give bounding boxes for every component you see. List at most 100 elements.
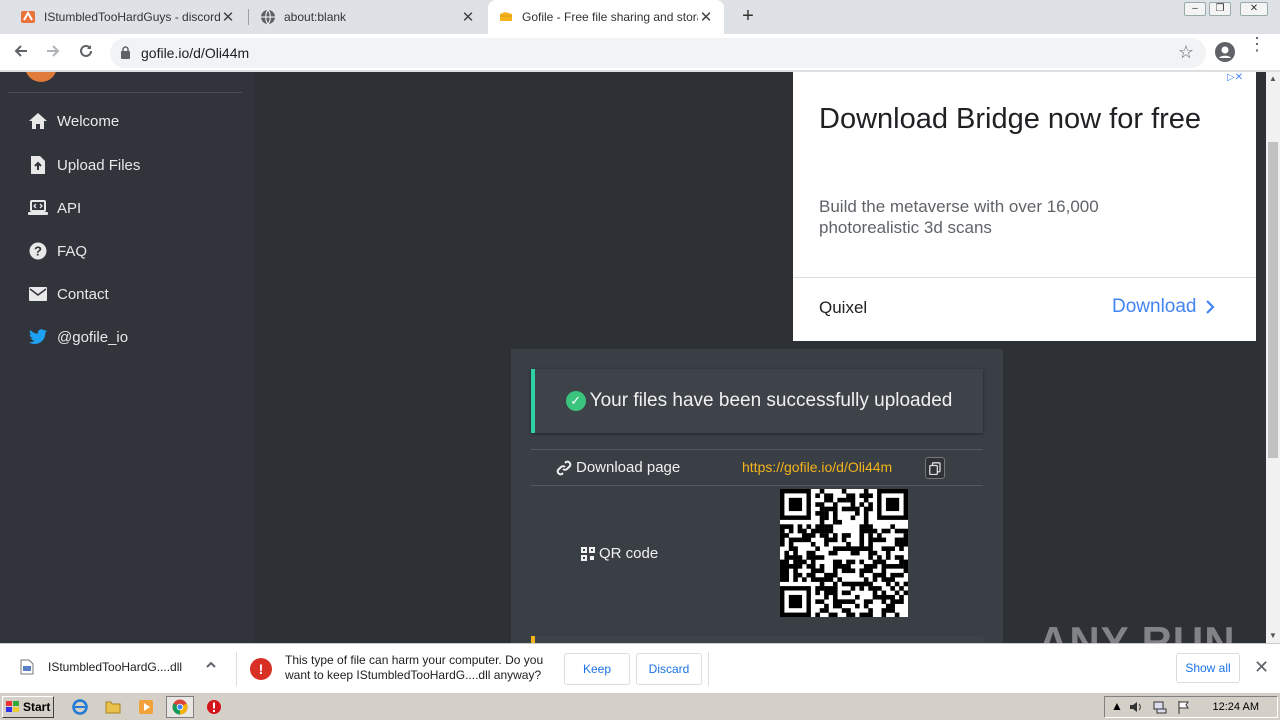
sidebar-item-twitter[interactable]: @gofile_io bbox=[28, 325, 128, 349]
ad-brand: Quixel bbox=[819, 298, 868, 317]
back-button[interactable] bbox=[9, 41, 33, 65]
ad-download-button[interactable]: Download bbox=[1112, 296, 1217, 318]
lock-icon bbox=[120, 46, 131, 64]
network-icon[interactable] bbox=[1153, 700, 1167, 717]
close-download-bar-icon[interactable]: ✕ bbox=[1254, 657, 1269, 678]
system-tray: ▲ 12:24 AM bbox=[1104, 696, 1278, 718]
twitter-icon bbox=[28, 327, 48, 347]
qrcode-icon bbox=[581, 546, 595, 561]
svg-text:?: ? bbox=[34, 244, 42, 259]
main-area: Download Bridge now for free Build the m… bbox=[254, 72, 1266, 643]
copy-link-button[interactable] bbox=[925, 457, 945, 479]
scrollbar-thumb[interactable] bbox=[1268, 142, 1278, 458]
site-favicon-icon bbox=[20, 9, 36, 25]
discard-button[interactable]: Discard bbox=[636, 653, 702, 685]
check-circle-icon: ✓ bbox=[565, 391, 586, 411]
file-icon bbox=[20, 659, 34, 675]
windows-taskbar: Start ▲ 12:24 AM bbox=[0, 692, 1280, 720]
sidebar-item-label: API bbox=[57, 199, 82, 217]
sidebar-item-label: FAQ bbox=[57, 242, 88, 260]
gofile-favicon-icon bbox=[498, 9, 514, 25]
browser-toolbar: gofile.io/d/Oli44m ☆ bbox=[0, 34, 1280, 71]
download-bar: IStumbledTooHardG....dll ! This type of … bbox=[0, 643, 1280, 692]
warning-icon: ! bbox=[250, 658, 272, 680]
start-button[interactable]: Start bbox=[2, 696, 54, 718]
keep-button[interactable]: Keep bbox=[564, 653, 630, 685]
ad-choices-icon[interactable]: ▷✕ bbox=[1227, 72, 1243, 83]
sidebar-item-label: Welcome bbox=[57, 112, 120, 130]
sidebar-divider bbox=[8, 92, 242, 93]
show-all-downloads-button[interactable]: Show all bbox=[1176, 653, 1240, 683]
download-page-label-group: Download page bbox=[556, 459, 680, 476]
chevron-up-icon[interactable] bbox=[205, 658, 217, 674]
page-content: Welcome Upload Files API ? FAQ Contact @… bbox=[0, 72, 1280, 643]
volume-icon[interactable] bbox=[1129, 700, 1143, 717]
internet-explorer-icon[interactable] bbox=[71, 698, 89, 716]
copy-icon bbox=[929, 461, 941, 475]
link-icon bbox=[556, 460, 572, 475]
minimize-window-button[interactable]: – bbox=[1184, 2, 1206, 16]
sidebar-item-label: Upload Files bbox=[57, 156, 141, 174]
success-alert: ✓ Your files have been successfully uplo… bbox=[531, 369, 983, 433]
sidebar-item-faq[interactable]: ? FAQ bbox=[28, 239, 87, 263]
envelope-icon bbox=[28, 284, 48, 304]
download-page-link[interactable]: https://gofile.io/d/Oli44m bbox=[742, 459, 892, 475]
ad-description: Build the metaverse with over 16,000 pho… bbox=[819, 197, 1099, 237]
tab-gofile[interactable]: Gofile - Free file sharing and storage ✕ bbox=[488, 0, 724, 34]
tab-title: Gofile - Free file sharing and storage bbox=[522, 10, 698, 24]
qr-label-group: QR code bbox=[581, 545, 658, 562]
close-tab-icon[interactable]: ✕ bbox=[698, 8, 714, 26]
file-upload-icon bbox=[28, 155, 48, 175]
profile-avatar-icon[interactable] bbox=[1215, 42, 1235, 62]
scroll-down-icon[interactable]: ▼ bbox=[1269, 631, 1277, 640]
sidebar: Welcome Upload Files API ? FAQ Contact @… bbox=[0, 72, 254, 643]
qr-code-image bbox=[780, 489, 909, 618]
tab-title: about:blank bbox=[284, 10, 347, 24]
windows-logo-icon bbox=[6, 701, 19, 712]
flag-icon[interactable] bbox=[1177, 700, 1191, 717]
new-tab-button[interactable]: + bbox=[738, 6, 758, 26]
download-bar-divider bbox=[708, 652, 709, 686]
tab-title: IStumbledTooHardGuys - discord.gg bbox=[44, 10, 220, 24]
page-scrollbar[interactable]: ▲ ▼ bbox=[1266, 72, 1280, 643]
file-explorer-icon[interactable] bbox=[104, 698, 122, 716]
browser-menu-button[interactable]: ⋮ bbox=[1248, 35, 1266, 63]
sidebar-item-api[interactable]: API bbox=[28, 196, 81, 220]
chevron-right-icon bbox=[1205, 300, 1215, 314]
close-tab-icon[interactable]: ✕ bbox=[460, 8, 476, 26]
laptop-code-icon bbox=[28, 198, 48, 218]
download-item[interactable]: IStumbledTooHardG....dll bbox=[20, 659, 182, 675]
ad-panel[interactable]: Download Bridge now for free Build the m… bbox=[793, 72, 1256, 341]
sidebar-item-upload-files[interactable]: Upload Files bbox=[28, 153, 140, 177]
ad-divider bbox=[793, 277, 1256, 278]
ad-title[interactable]: Download Bridge now for free bbox=[819, 100, 1219, 139]
globe-icon bbox=[260, 9, 276, 25]
arrow-right-icon bbox=[47, 45, 60, 57]
sidebar-item-welcome[interactable]: Welcome bbox=[28, 109, 119, 133]
media-player-icon[interactable] bbox=[137, 698, 155, 716]
reload-icon bbox=[80, 44, 92, 57]
download-page-row: Download page https://gofile.io/d/Oli44m bbox=[531, 449, 983, 486]
forward-button[interactable] bbox=[41, 41, 65, 65]
download-page-label: Download page bbox=[576, 459, 681, 476]
tray-expand-icon[interactable]: ▲ bbox=[1111, 699, 1123, 713]
scroll-up-icon[interactable]: ▲ bbox=[1269, 74, 1277, 83]
close-tab-icon[interactable]: ✕ bbox=[220, 8, 236, 26]
stop-icon[interactable] bbox=[205, 698, 223, 716]
close-window-button[interactable]: ✕ bbox=[1240, 2, 1268, 16]
home-icon bbox=[28, 111, 48, 131]
tab-separator bbox=[248, 9, 249, 25]
restore-window-button[interactable]: ❐ bbox=[1209, 2, 1231, 16]
clock[interactable]: 12:24 AM bbox=[1213, 701, 1259, 713]
tab-about-blank[interactable]: about:blank ✕ bbox=[250, 0, 486, 34]
chrome-taskbar-button[interactable] bbox=[166, 696, 194, 718]
bookmark-star-icon[interactable]: ☆ bbox=[1178, 42, 1194, 63]
tab-discord[interactable]: IStumbledTooHardGuys - discord.gg ✕ bbox=[10, 0, 246, 34]
upload-card: ✓ Your files have been successfully uplo… bbox=[511, 349, 1003, 643]
sidebar-item-contact[interactable]: Contact bbox=[28, 282, 109, 306]
question-circle-icon: ? bbox=[28, 241, 48, 261]
address-bar[interactable]: gofile.io/d/Oli44m ☆ bbox=[110, 38, 1206, 68]
reload-button[interactable] bbox=[74, 41, 98, 65]
success-message: Your files have been successfully upload… bbox=[589, 390, 953, 411]
gofile-logo[interactable] bbox=[25, 72, 57, 82]
